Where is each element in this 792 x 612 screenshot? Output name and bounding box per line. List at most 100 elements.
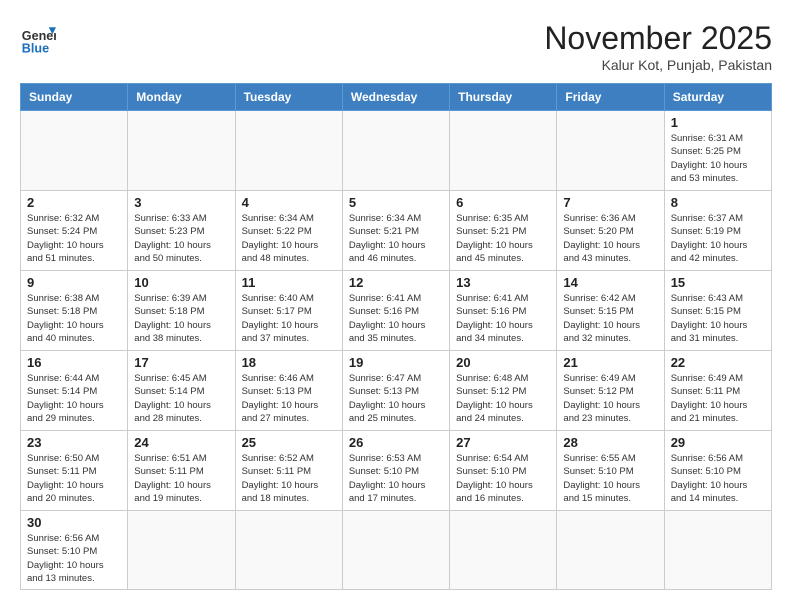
week-row-2: 2 Sunrise: 6:32 AM Sunset: 5:24 PM Daylig… [21,191,772,271]
day-number: 12 [349,275,443,290]
day-info: Sunrise: 6:46 AM Sunset: 5:13 PM Dayligh… [242,372,336,425]
month-title: November 2025 [544,20,772,57]
calendar-cell: 10 Sunrise: 6:39 AM Sunset: 5:18 PM Dayli… [128,271,235,351]
calendar-cell [21,111,128,191]
calendar: SundayMondayTuesdayWednesdayThursdayFrid… [20,83,772,590]
calendar-cell: 17 Sunrise: 6:45 AM Sunset: 5:14 PM Dayli… [128,351,235,431]
day-number: 17 [134,355,228,370]
day-info: Sunrise: 6:44 AM Sunset: 5:14 PM Dayligh… [27,372,121,425]
day-number: 4 [242,195,336,210]
week-row-6: 30Sunrise: 6:56 AM Sunset: 5:10 PM Dayli… [21,511,772,590]
day-number: 5 [349,195,443,210]
calendar-cell [128,111,235,191]
calendar-cell: 30Sunrise: 6:56 AM Sunset: 5:10 PM Dayli… [21,511,128,590]
day-number: 15 [671,275,765,290]
day-info: Sunrise: 6:53 AM Sunset: 5:10 PM Dayligh… [349,452,443,505]
location: Kalur Kot, Punjab, Pakistan [544,57,772,73]
calendar-cell: 13 Sunrise: 6:41 AM Sunset: 5:16 PM Dayli… [450,271,557,351]
calendar-cell: 18 Sunrise: 6:46 AM Sunset: 5:13 PM Dayli… [235,351,342,431]
day-info: Sunrise: 6:43 AM Sunset: 5:15 PM Dayligh… [671,292,765,345]
day-info: Sunrise: 6:41 AM Sunset: 5:16 PM Dayligh… [349,292,443,345]
week-row-1: 1 Sunrise: 6:31 AM Sunset: 5:25 PM Daylig… [21,111,772,191]
calendar-cell [342,111,449,191]
weekday-header-row: SundayMondayTuesdayWednesdayThursdayFrid… [21,84,772,111]
day-info: Sunrise: 6:31 AM Sunset: 5:25 PM Dayligh… [671,132,765,185]
day-info: Sunrise: 6:55 AM Sunset: 5:10 PM Dayligh… [563,452,657,505]
day-number: 27 [456,435,550,450]
weekday-header-monday: Monday [128,84,235,111]
day-number: 20 [456,355,550,370]
day-info: Sunrise: 6:48 AM Sunset: 5:12 PM Dayligh… [456,372,550,425]
day-info: Sunrise: 6:41 AM Sunset: 5:16 PM Dayligh… [456,292,550,345]
day-info: Sunrise: 6:40 AM Sunset: 5:17 PM Dayligh… [242,292,336,345]
day-info: Sunrise: 6:33 AM Sunset: 5:23 PM Dayligh… [134,212,228,265]
logo-icon: General Blue [20,20,56,56]
day-number: 7 [563,195,657,210]
calendar-cell: 1 Sunrise: 6:31 AM Sunset: 5:25 PM Daylig… [664,111,771,191]
week-row-3: 9Sunrise: 6:38 AM Sunset: 5:18 PM Daylig… [21,271,772,351]
day-info: Sunrise: 6:56 AM Sunset: 5:10 PM Dayligh… [671,452,765,505]
calendar-cell [235,511,342,590]
day-number: 24 [134,435,228,450]
calendar-cell: 29Sunrise: 6:56 AM Sunset: 5:10 PM Dayli… [664,431,771,511]
week-row-4: 16 Sunrise: 6:44 AM Sunset: 5:14 PM Dayli… [21,351,772,431]
day-number: 26 [349,435,443,450]
day-info: Sunrise: 6:52 AM Sunset: 5:11 PM Dayligh… [242,452,336,505]
day-number: 23 [27,435,121,450]
day-number: 1 [671,115,765,130]
calendar-cell [128,511,235,590]
day-info: Sunrise: 6:50 AM Sunset: 5:11 PM Dayligh… [27,452,121,505]
calendar-cell: 28 Sunrise: 6:55 AM Sunset: 5:10 PM Dayli… [557,431,664,511]
calendar-cell: 7 Sunrise: 6:36 AM Sunset: 5:20 PM Daylig… [557,191,664,271]
day-number: 2 [27,195,121,210]
day-number: 3 [134,195,228,210]
week-row-5: 23 Sunrise: 6:50 AM Sunset: 5:11 PM Dayli… [21,431,772,511]
day-number: 28 [563,435,657,450]
day-number: 16 [27,355,121,370]
day-info: Sunrise: 6:51 AM Sunset: 5:11 PM Dayligh… [134,452,228,505]
calendar-cell [235,111,342,191]
calendar-cell: 15 Sunrise: 6:43 AM Sunset: 5:15 PM Dayli… [664,271,771,351]
day-number: 14 [563,275,657,290]
day-info: Sunrise: 6:56 AM Sunset: 5:10 PM Dayligh… [27,532,121,585]
day-info: Sunrise: 6:35 AM Sunset: 5:21 PM Dayligh… [456,212,550,265]
day-number: 11 [242,275,336,290]
day-number: 25 [242,435,336,450]
calendar-cell: 3 Sunrise: 6:33 AM Sunset: 5:23 PM Daylig… [128,191,235,271]
logo: General Blue [20,20,56,56]
calendar-cell: 5Sunrise: 6:34 AM Sunset: 5:21 PM Daylig… [342,191,449,271]
day-number: 9 [27,275,121,290]
title-section: November 2025 Kalur Kot, Punjab, Pakista… [544,20,772,73]
weekday-header-saturday: Saturday [664,84,771,111]
day-info: Sunrise: 6:37 AM Sunset: 5:19 PM Dayligh… [671,212,765,265]
weekday-header-sunday: Sunday [21,84,128,111]
calendar-cell: 9Sunrise: 6:38 AM Sunset: 5:18 PM Daylig… [21,271,128,351]
day-info: Sunrise: 6:32 AM Sunset: 5:24 PM Dayligh… [27,212,121,265]
page-header: General Blue November 2025 Kalur Kot, Pu… [20,20,772,73]
day-number: 13 [456,275,550,290]
calendar-cell: 4Sunrise: 6:34 AM Sunset: 5:22 PM Daylig… [235,191,342,271]
day-info: Sunrise: 6:49 AM Sunset: 5:11 PM Dayligh… [671,372,765,425]
day-info: Sunrise: 6:39 AM Sunset: 5:18 PM Dayligh… [134,292,228,345]
weekday-header-thursday: Thursday [450,84,557,111]
day-info: Sunrise: 6:45 AM Sunset: 5:14 PM Dayligh… [134,372,228,425]
calendar-cell: 25 Sunrise: 6:52 AM Sunset: 5:11 PM Dayli… [235,431,342,511]
day-number: 18 [242,355,336,370]
calendar-cell: 26 Sunrise: 6:53 AM Sunset: 5:10 PM Dayli… [342,431,449,511]
calendar-cell: 2 Sunrise: 6:32 AM Sunset: 5:24 PM Daylig… [21,191,128,271]
calendar-cell [557,511,664,590]
calendar-cell: 20 Sunrise: 6:48 AM Sunset: 5:12 PM Dayli… [450,351,557,431]
calendar-cell: 8 Sunrise: 6:37 AM Sunset: 5:19 PM Daylig… [664,191,771,271]
day-info: Sunrise: 6:42 AM Sunset: 5:15 PM Dayligh… [563,292,657,345]
day-info: Sunrise: 6:49 AM Sunset: 5:12 PM Dayligh… [563,372,657,425]
calendar-cell: 11 Sunrise: 6:40 AM Sunset: 5:17 PM Dayli… [235,271,342,351]
day-info: Sunrise: 6:54 AM Sunset: 5:10 PM Dayligh… [456,452,550,505]
calendar-cell: 22Sunrise: 6:49 AM Sunset: 5:11 PM Dayli… [664,351,771,431]
day-number: 10 [134,275,228,290]
day-number: 21 [563,355,657,370]
day-number: 8 [671,195,765,210]
calendar-cell: 12 Sunrise: 6:41 AM Sunset: 5:16 PM Dayli… [342,271,449,351]
svg-text:Blue: Blue [22,41,49,55]
calendar-cell: 27 Sunrise: 6:54 AM Sunset: 5:10 PM Dayli… [450,431,557,511]
day-info: Sunrise: 6:36 AM Sunset: 5:20 PM Dayligh… [563,212,657,265]
